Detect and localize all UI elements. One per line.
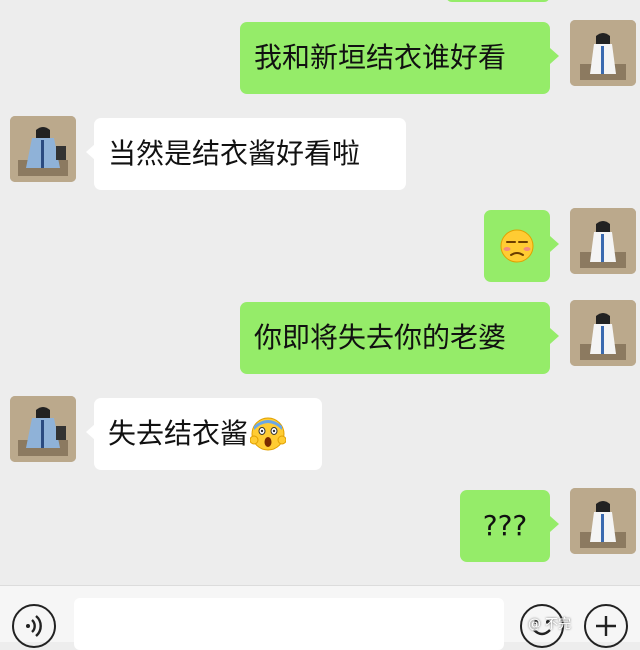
chat-area: 我和新垣结衣谁好看 当然是结衣酱好看啦 你即将失去你的老婆 失去结衣酱 ??? [0,0,640,585]
contact-avatar[interactable] [10,396,76,462]
message-row: 失去结衣酱 [0,396,640,472]
unamused-face-icon [499,228,535,264]
my-avatar[interactable] [570,300,636,366]
message-text: 当然是结衣酱好看啦 [108,137,361,170]
message-text: 你即将失去你的老婆 [254,321,507,354]
message-row: 你即将失去你的老婆 [0,300,640,376]
message-text: 失去结衣酱 [108,417,249,450]
my-avatar[interactable] [570,20,636,86]
message-bubble[interactable]: 你即将失去你的老婆 [240,302,550,374]
message-text: 我和新垣结衣谁好看 [254,41,507,74]
message-bubble[interactable]: 我和新垣结衣谁好看 [240,22,550,94]
message-row: ??? [0,488,640,564]
message-bubble[interactable] [484,210,550,282]
previous-message-bubble[interactable] [446,0,550,2]
message-row: 我和新垣结衣谁好看 [0,20,640,96]
watermark: @ 不完 [528,617,572,632]
message-input[interactable] [74,598,504,650]
my-avatar[interactable] [570,488,636,554]
message-bubble[interactable]: ??? [460,490,550,562]
message-row [0,208,640,284]
screaming-face-icon [250,416,287,452]
bubble-tail [550,48,559,64]
bubble-tail [550,236,559,252]
my-avatar[interactable] [570,208,636,274]
bubble-tail [550,516,559,532]
message-row: 当然是结衣酱好看啦 [0,116,640,192]
bubble-tail [550,328,559,344]
message-bubble[interactable]: 失去结衣酱 [94,398,322,470]
message-text: ??? [482,509,528,542]
plus-icon[interactable] [584,604,628,648]
message-bubble[interactable]: 当然是结衣酱好看啦 [94,118,406,190]
input-bar: @ 不完 [0,585,640,650]
voice-icon[interactable] [12,604,56,648]
contact-avatar[interactable] [10,116,76,182]
